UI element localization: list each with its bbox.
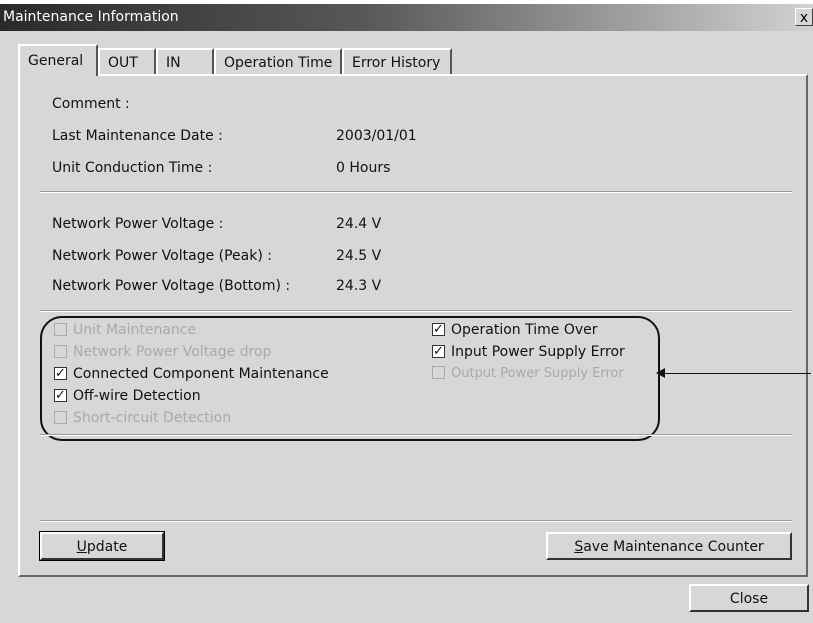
checkbox-unchecked-icon bbox=[54, 322, 67, 336]
tab-operation-time[interactable]: Operation Time bbox=[214, 48, 342, 74]
separator-middle bbox=[40, 310, 792, 312]
update-label: pdate bbox=[86, 539, 128, 555]
update-accelerator: U bbox=[76, 539, 87, 555]
last-maintenance-date-label: Last Maintenance Date : bbox=[52, 128, 223, 144]
save-label: ave Maintenance Counter bbox=[583, 539, 764, 555]
checkbox-unit-maintenance[interactable]: Unit Maintenance bbox=[54, 320, 196, 340]
save-accelerator: S bbox=[574, 539, 584, 555]
checkbox-unchecked-icon bbox=[432, 366, 445, 379]
checkmark-icon: ✓ bbox=[54, 387, 67, 403]
checkmark-icon: ✓ bbox=[54, 365, 67, 381]
checkmark-icon: ✓ bbox=[432, 343, 445, 359]
checkbox-unchecked-icon bbox=[54, 344, 67, 358]
unit-conduction-time-label: Unit Conduction Time : bbox=[52, 160, 213, 176]
checkbox-label: Input Power Supply Error bbox=[451, 344, 625, 360]
last-maintenance-date-value: 2003/01/01 bbox=[336, 128, 417, 144]
close-button[interactable]: Close bbox=[689, 584, 809, 612]
checkbox-label: Output Power Supply Error bbox=[451, 366, 624, 381]
title-bar[interactable]: Maintenance Information x bbox=[0, 4, 813, 31]
checkbox-short-circuit-detection[interactable]: Short-circuit Detection bbox=[54, 408, 231, 428]
maintenance-information-dialog: Maintenance Information x General OUT IN… bbox=[0, 4, 813, 623]
tab-general[interactable]: General bbox=[18, 44, 98, 76]
separator-top bbox=[40, 191, 792, 193]
comment-label: Comment : bbox=[52, 96, 130, 112]
checkbox-connected-component-maintenance[interactable]: ✓ Connected Component Maintenance bbox=[54, 364, 329, 384]
callout-arrow-icon bbox=[656, 368, 665, 378]
checkbox-off-wire-detection[interactable]: ✓ Off-wire Detection bbox=[54, 386, 201, 406]
checkbox-unchecked-icon bbox=[54, 410, 67, 424]
window-title: Maintenance Information bbox=[3, 9, 179, 25]
separator-bottom bbox=[40, 520, 792, 522]
tab-out[interactable]: OUT bbox=[98, 48, 156, 74]
tab-error-history[interactable]: Error History bbox=[342, 48, 452, 74]
callout-arrow-line bbox=[663, 373, 811, 374]
checkbox-label: Unit Maintenance bbox=[73, 322, 197, 338]
checkmark-icon: ✓ bbox=[432, 321, 445, 337]
unit-conduction-time-value: 0 Hours bbox=[336, 160, 391, 176]
checkbox-label: Network Power Voltage drop bbox=[73, 344, 272, 360]
checkbox-input-power-supply-error[interactable]: ✓ Input Power Supply Error bbox=[432, 342, 625, 362]
checkbox-operation-time-over[interactable]: ✓ Operation Time Over bbox=[432, 320, 598, 340]
separator-lower bbox=[40, 434, 792, 436]
network-power-voltage-label: Network Power Voltage : bbox=[52, 216, 224, 232]
tab-in[interactable]: IN bbox=[156, 48, 214, 74]
network-power-voltage-value: 24.4 V bbox=[336, 216, 382, 232]
network-power-voltage-bottom-label: Network Power Voltage (Bottom) : bbox=[52, 278, 291, 294]
checkbox-output-power-supply-error[interactable]: Output Power Supply Error bbox=[432, 364, 624, 384]
checkbox-label: Off-wire Detection bbox=[73, 388, 201, 404]
checkbox-label: Short-circuit Detection bbox=[73, 410, 232, 426]
checkbox-network-power-voltage-drop[interactable]: Network Power Voltage drop bbox=[54, 342, 271, 362]
checkbox-label: Operation Time Over bbox=[451, 322, 598, 338]
network-power-voltage-peak-label: Network Power Voltage (Peak) : bbox=[52, 248, 272, 264]
network-power-voltage-bottom-value: 24.3 V bbox=[336, 278, 382, 294]
update-button[interactable]: Update bbox=[39, 531, 165, 561]
close-window-button[interactable]: x bbox=[795, 8, 813, 26]
network-power-voltage-peak-value: 24.5 V bbox=[336, 248, 382, 264]
checkbox-label: Connected Component Maintenance bbox=[73, 366, 329, 382]
save-maintenance-counter-button[interactable]: Save Maintenance Counter bbox=[546, 532, 792, 560]
